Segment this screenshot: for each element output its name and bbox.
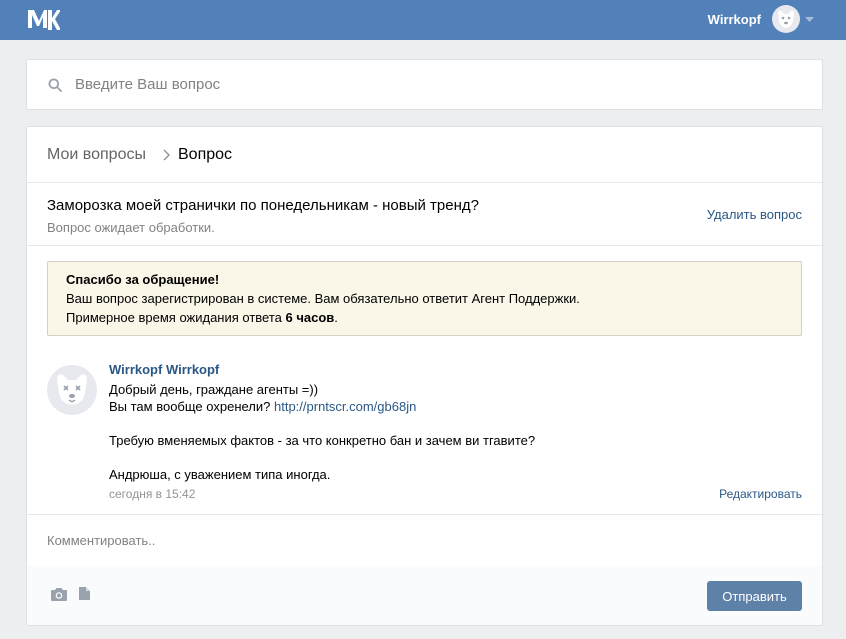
top-bar: Wirrkopf	[0, 0, 846, 40]
edit-post-link[interactable]: Редактировать	[719, 487, 802, 501]
post-timestamp[interactable]: сегодня в 15:42	[109, 487, 195, 501]
post-line: Андрюша, с уважением типа иногда.	[109, 467, 331, 482]
comment-area	[27, 514, 822, 567]
post-author-link[interactable]: Wirrkopf Wirrkopf	[109, 362, 219, 377]
question-card: Мои вопросы Вопрос Заморозка моей страни…	[26, 126, 823, 626]
send-button[interactable]: Отправить	[707, 581, 802, 611]
question-title: Заморозка моей странички по понедельника…	[47, 197, 479, 214]
delete-question-link[interactable]: Удалить вопрос	[707, 207, 802, 222]
notice-line2: Примерное время ожидания ответа 6 часов.	[66, 308, 580, 327]
document-icon[interactable]	[78, 586, 91, 601]
notice-line2-prefix: Примерное время ожидания ответа	[66, 310, 286, 325]
vk-logo-icon[interactable]	[26, 8, 60, 30]
breadcrumb: Мои вопросы Вопрос	[27, 127, 822, 183]
post-line: Требую вменяемых фактов - за что конкрет…	[109, 433, 536, 448]
camera-icon[interactable]	[50, 587, 68, 602]
dog-avatar-icon[interactable]	[772, 5, 800, 33]
notice-line2-suffix: .	[334, 310, 338, 325]
post-line2-text: Вы там вообще охренели?	[109, 399, 274, 414]
notice-title: Спасибо за обращение!	[66, 272, 220, 287]
post-line: Добрый день, граждане агенты =))	[109, 382, 319, 397]
user-name[interactable]: Wirrkopf	[708, 12, 761, 27]
search-input[interactable]	[75, 68, 795, 100]
post-body: Добрый день, граждане агенты =)) Вы там …	[109, 381, 709, 483]
notice-box: Спасибо за обращение! Ваш вопрос зарегис…	[47, 261, 802, 336]
comment-input[interactable]	[47, 525, 802, 555]
chevron-down-icon[interactable]	[805, 17, 814, 23]
question-header: Заморозка моей странички по понедельника…	[27, 183, 822, 246]
search-icon	[48, 78, 62, 92]
breadcrumb-my-questions[interactable]: Мои вопросы	[47, 146, 146, 164]
post-link[interactable]: http://prntscr.com/gb68jn	[274, 399, 416, 414]
post-line-with-link: Вы там вообще охренели? http://prntscr.c…	[109, 398, 709, 415]
comment-footer: Отправить	[27, 566, 822, 625]
breadcrumb-current: Вопрос	[178, 146, 233, 163]
question-status: Вопрос ожидает обработки.	[47, 220, 215, 235]
notice-wait-time: 6 часов	[285, 310, 335, 325]
post-avatar[interactable]	[47, 365, 97, 415]
search-box	[26, 59, 823, 110]
chevron-right-icon	[163, 149, 170, 161]
notice-line1: Ваш вопрос зарегистрирован в системе. Ва…	[66, 291, 580, 306]
